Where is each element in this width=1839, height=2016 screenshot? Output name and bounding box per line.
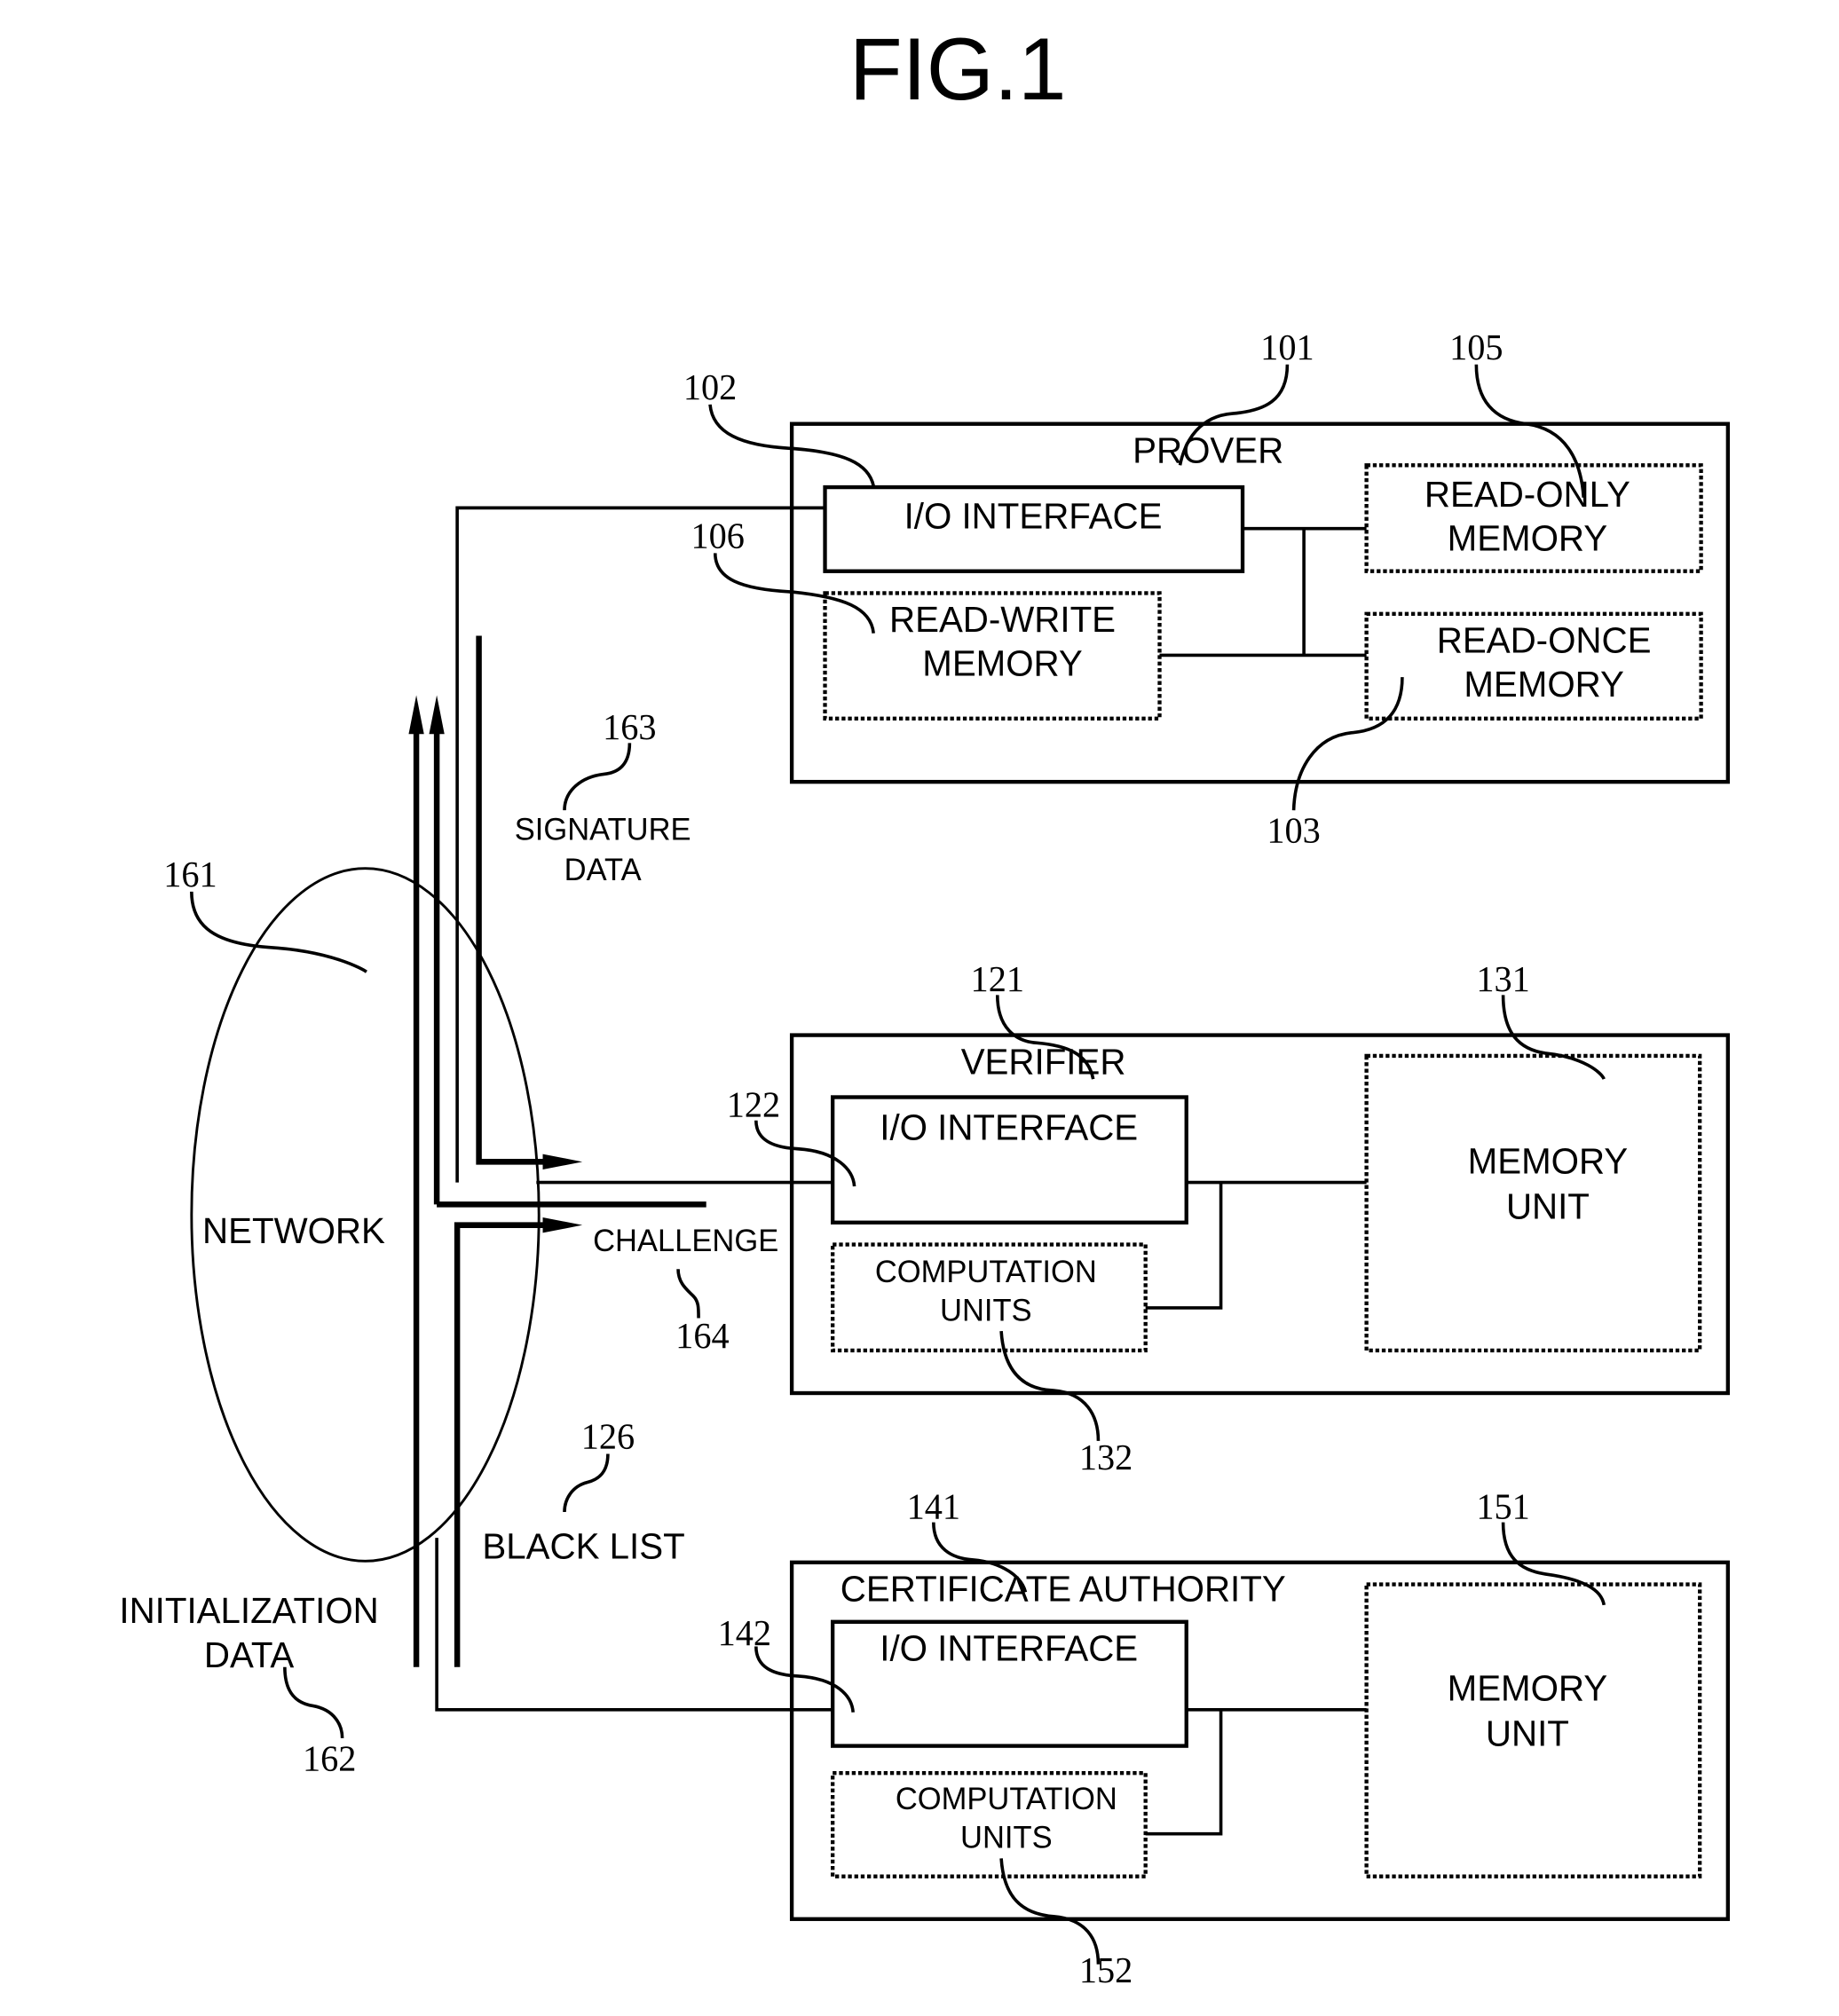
verifier-computation-units-label-1: COMPUTATION xyxy=(875,1256,1097,1289)
ref-141: 141 xyxy=(907,1486,960,1526)
verifier-block: VERIFIER I/O INTERFACE COMPUTATION UNITS… xyxy=(727,959,1730,1477)
read-write-memory-label-2: MEMORY xyxy=(922,642,1082,683)
ref-142: 142 xyxy=(718,1613,771,1653)
leader-131 xyxy=(1501,995,1606,1081)
ref-122: 122 xyxy=(727,1084,780,1124)
ca-box xyxy=(789,1560,1730,1921)
certificate-authority-block: CERTIFICATE AUTHORITY I/O INTERFACE COMP… xyxy=(718,1486,1730,1990)
ca-computation-units-label-1: COMPUTATION xyxy=(896,1783,1117,1816)
leader-152 xyxy=(999,1858,1101,1965)
read-once-memory-label-2: MEMORY xyxy=(1464,664,1623,705)
leader-106 xyxy=(713,553,875,634)
ref-152: 152 xyxy=(1079,1950,1133,1990)
ref-163: 163 xyxy=(603,707,656,747)
ref-162: 162 xyxy=(303,1738,356,1778)
ref-151: 151 xyxy=(1476,1486,1529,1526)
signature-data-label-2: DATA xyxy=(564,854,643,887)
signature-data-label-1: SIGNATURE xyxy=(515,813,691,847)
ref-126: 126 xyxy=(581,1416,635,1456)
ca-memory-unit-label-2: UNIT xyxy=(1486,1713,1569,1753)
network-label: NETWORK xyxy=(202,1210,385,1251)
figure-title: FIG.1 xyxy=(849,20,1067,119)
prover-block: PROVER I/O INTERFACE READ-ONLY MEMORY RE… xyxy=(683,327,1730,851)
leader-162 xyxy=(283,1666,344,1738)
ref-101: 101 xyxy=(1260,327,1314,367)
read-only-memory-label-1: READ-ONLY xyxy=(1425,474,1630,515)
verifier-io-interface-label: I/O INTERFACE xyxy=(880,1106,1138,1147)
leader-132 xyxy=(999,1330,1101,1441)
ca-title: CERTIFICATE AUTHORITY xyxy=(841,1568,1286,1609)
prover-internal-bus xyxy=(1159,526,1367,658)
black-list-label: BLACK LIST xyxy=(482,1525,684,1566)
verifier-memory-unit-label-1: MEMORY xyxy=(1468,1140,1628,1181)
leader-164 xyxy=(676,1269,700,1319)
patent-figure: FIG.1 PROVER I/O INTERFACE READ-ONLY MEM… xyxy=(119,20,1730,1990)
ref-164: 164 xyxy=(675,1316,729,1356)
prover-title: PROVER xyxy=(1133,429,1283,470)
read-write-memory-label-1: READ-WRITE xyxy=(889,599,1116,640)
challenge-label: CHALLENGE xyxy=(593,1225,778,1258)
arrowhead-up-icon xyxy=(408,695,424,735)
ref-121: 121 xyxy=(971,959,1024,999)
leader-142 xyxy=(754,1646,855,1713)
verifier-computation-units-label-2: UNITS xyxy=(940,1294,1032,1327)
leader-126 xyxy=(563,1453,610,1513)
ca-internal-bus xyxy=(1145,1708,1367,1836)
read-only-memory-label-2: MEMORY xyxy=(1448,517,1607,558)
ref-161: 161 xyxy=(163,854,217,894)
arrowhead-right-icon xyxy=(542,1217,583,1233)
leader-122 xyxy=(754,1120,856,1187)
verifier-title: VERIFIER xyxy=(961,1041,1126,1082)
ref-132: 132 xyxy=(1079,1437,1133,1477)
ref-106: 106 xyxy=(691,516,744,555)
ref-103: 103 xyxy=(1267,810,1320,850)
signature-data-arrow xyxy=(476,635,549,1165)
initialization-data-label-1: INITIALIZATION xyxy=(119,1590,378,1631)
arrowhead-up-icon xyxy=(429,695,445,735)
ref-105: 105 xyxy=(1449,327,1503,367)
leader-161 xyxy=(190,891,367,973)
ref-131: 131 xyxy=(1476,959,1529,999)
arrowhead-right-icon xyxy=(542,1154,583,1170)
verifier-memory-unit-label-2: UNIT xyxy=(1506,1185,1590,1226)
prover-io-interface-label: I/O INTERFACE xyxy=(904,495,1163,536)
ref-102: 102 xyxy=(683,367,737,407)
network-block: NETWORK 161 xyxy=(163,854,541,1563)
ca-io-interface-label: I/O INTERFACE xyxy=(880,1627,1138,1668)
initialization-data-label-2: DATA xyxy=(204,1634,294,1675)
ca-memory-unit-label-1: MEMORY xyxy=(1448,1667,1607,1708)
read-once-memory-label-1: READ-ONCE xyxy=(1437,619,1652,660)
verifier-internal-bus xyxy=(1145,1180,1367,1310)
ca-computation-units-label-2: UNITS xyxy=(960,1821,1053,1855)
leader-103 xyxy=(1291,677,1404,811)
leader-163 xyxy=(563,743,632,811)
